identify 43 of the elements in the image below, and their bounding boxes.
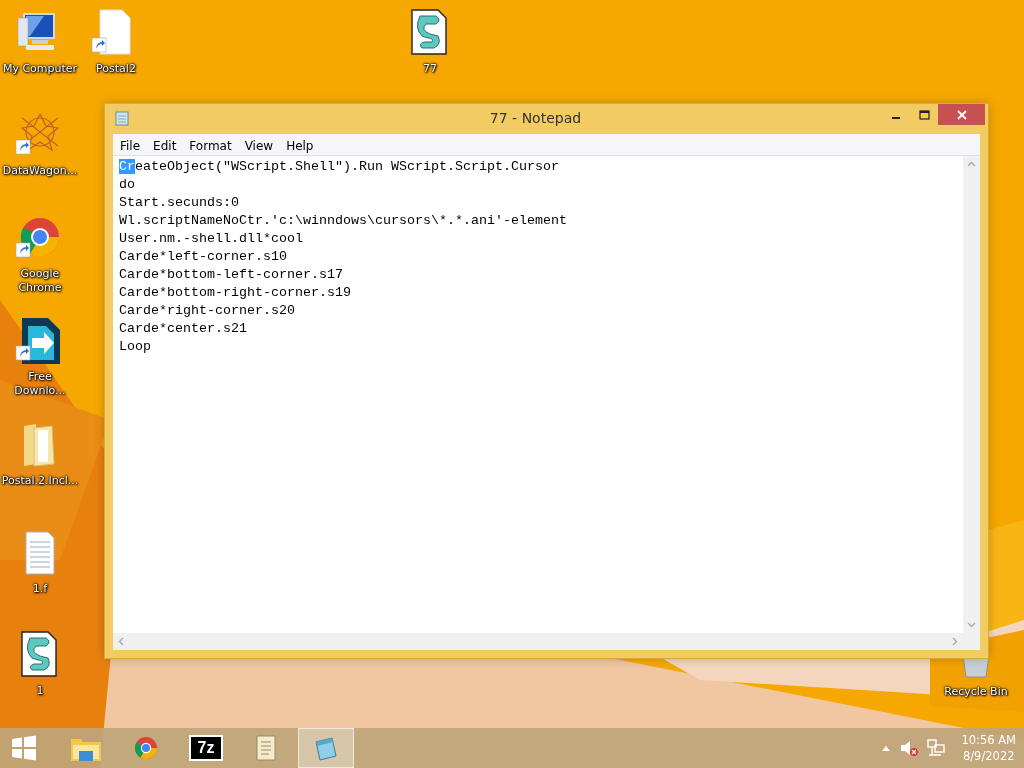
code-line: Loop <box>119 338 152 356</box>
caret-up-icon[interactable] <box>881 744 892 752</box>
code-line: Wl.scriptNameNoCtr.'c:\winndows\cursors\*.*.ani'-element <box>119 212 568 230</box>
icon-label: Recycle Bin <box>944 685 1008 699</box>
code-line: Carde*right-corner.s20 <box>119 302 296 320</box>
icon-label: Postal2 <box>96 62 136 76</box>
icon-label: Postal.2.Incl... <box>1 474 79 488</box>
code-line: CreateObject("WScript.Shell").Run WScript.Script.Cursor <box>119 158 560 176</box>
code-line: do <box>119 176 136 194</box>
icon-label: My Computer <box>2 62 78 76</box>
menu-item[interactable]: Format <box>184 136 240 153</box>
taskbar-button[interactable] <box>298 728 354 768</box>
icon-label: 1.f <box>32 582 48 596</box>
minimize-icon <box>892 116 900 119</box>
window-title: 77 - Notepad <box>488 109 583 126</box>
code-line: Carde*bottom-left-corner.s17 <box>119 266 344 284</box>
notepad-icon <box>312 734 340 762</box>
code-line: Start.secunds:0 <box>119 194 240 212</box>
network-icon[interactable] <box>927 739 946 757</box>
close-button[interactable] <box>938 104 985 125</box>
code-line: Carde*center.s21 <box>119 320 248 338</box>
notepad-icon <box>115 110 129 126</box>
menu-item[interactable]: View <box>239 136 282 153</box>
code-line: Carde*left-corner.s10 <box>119 248 288 266</box>
code-line: Carde*bottom-right-corner.s19 <box>119 284 352 302</box>
code-line: User.nm.-shell.dll*cool <box>119 230 304 248</box>
menu-item[interactable]: File <box>115 136 149 153</box>
icon-label: DataWagon... <box>2 164 78 178</box>
maximize-icon <box>918 109 930 120</box>
icon-label: Google Chrome <box>17 267 63 295</box>
menu-item[interactable]: Edit <box>148 136 185 153</box>
taskbar-button[interactable]: 7z <box>178 728 234 768</box>
icon-label: 77 <box>423 62 437 76</box>
icon-label: Free Downlo... <box>13 370 67 398</box>
icon-label: 1 <box>36 684 44 698</box>
vertical-scrollbar[interactable] <box>963 156 980 633</box>
archive-logo: 7z <box>189 735 223 761</box>
windows-logo-icon <box>11 735 37 761</box>
speaker-muted-icon[interactable] <box>899 738 920 758</box>
horizontal-scrollbar[interactable] <box>113 633 963 650</box>
menu-item[interactable]: Help <box>281 136 322 153</box>
close-icon <box>956 109 967 120</box>
scroll-icon <box>253 733 279 763</box>
